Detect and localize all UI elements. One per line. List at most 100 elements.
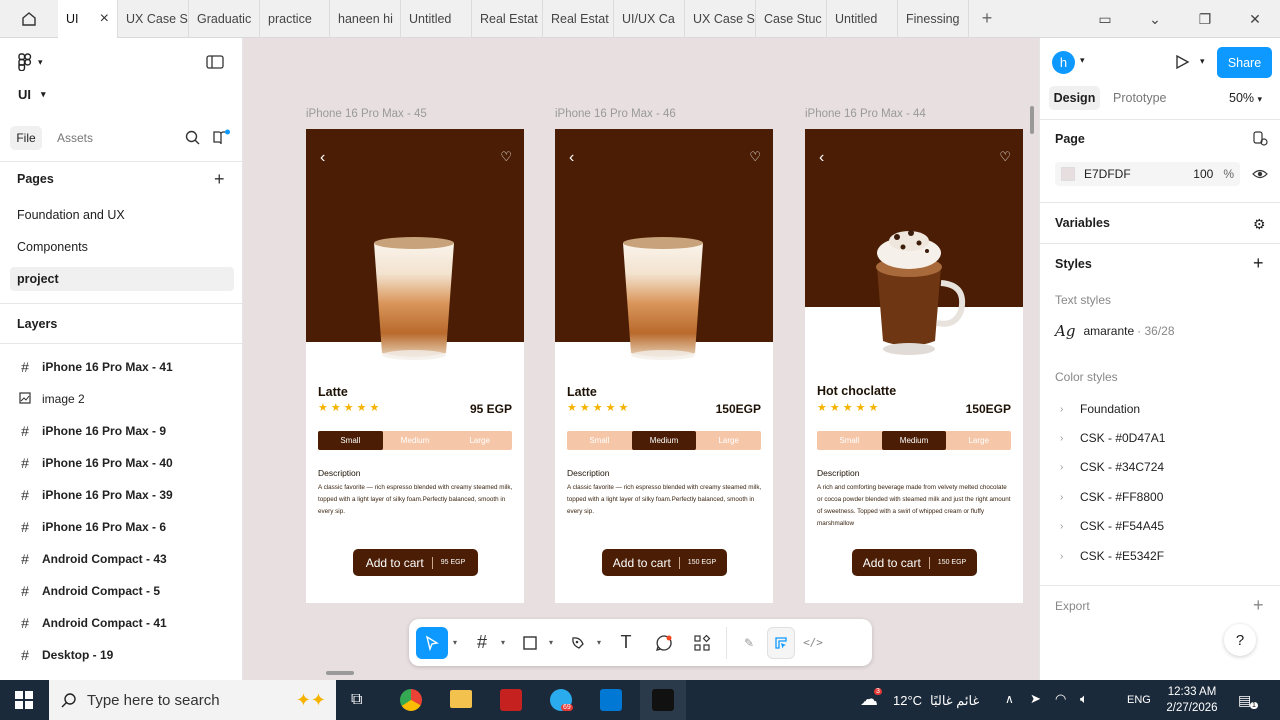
page-opacity-value[interactable]: 100	[1193, 167, 1213, 181]
size-option-medium[interactable]: Medium	[631, 431, 697, 450]
vertical-scrollbar[interactable]	[1030, 106, 1034, 134]
size-option-small[interactable]: Small	[567, 431, 632, 450]
chevron-down-icon[interactable]: ▾	[448, 638, 462, 647]
chrome-icon[interactable]	[400, 689, 422, 711]
close-window-icon[interactable]: ✕	[1230, 0, 1280, 38]
tab-file[interactable]: File	[10, 126, 42, 150]
eye-icon[interactable]	[1252, 168, 1268, 183]
add-to-cart-button[interactable]: Add to cart 95 EGP	[353, 549, 478, 576]
color-style-item[interactable]: › CSK - #FF8800	[1060, 490, 1163, 504]
windows-start-icon[interactable]	[15, 691, 33, 712]
size-option-large[interactable]: Large	[696, 431, 761, 450]
tray-chevron-up-icon[interactable]: ∧	[1005, 692, 1014, 706]
file-explorer-icon[interactable]	[450, 690, 472, 708]
add-to-cart-button[interactable]: Add to cart 150 EGP	[602, 549, 727, 576]
chevron-down-icon[interactable]: ▾	[496, 638, 510, 647]
chevron-down-icon[interactable]: ▾	[544, 638, 558, 647]
heart-icon[interactable]: ♡	[749, 149, 761, 165]
frame-tool-button[interactable]: #	[468, 627, 496, 659]
task-view-icon[interactable]: ⧉	[351, 691, 362, 709]
chevron-down-icon[interactable]: ▾	[1200, 56, 1205, 67]
tab-item[interactable]: Finessing	[898, 0, 969, 38]
zoom-dropdown[interactable]: 50% ▾	[1229, 91, 1262, 105]
text-tool-button[interactable]: T	[610, 627, 642, 659]
color-style-item[interactable]: › CSK - #34C724	[1060, 460, 1164, 474]
tab-item[interactable]: Case Stuc	[756, 0, 827, 38]
layer-item[interactable]: # iPhone 16 Pro Max - 41	[18, 355, 173, 379]
library-book-icon[interactable]	[213, 129, 231, 148]
chevron-down-icon[interactable]: ▾	[1080, 55, 1085, 66]
phone-frame[interactable]: ‹ ♡ Latte ★★★★★ 95 EGP Small Medium Larg…	[306, 129, 524, 603]
comment-tool-button[interactable]	[648, 627, 680, 659]
tab-prototype[interactable]: Prototype	[1113, 91, 1167, 105]
clock[interactable]: 12:33 AM 2/27/2026	[1160, 684, 1224, 716]
layer-item[interactable]: # iPhone 16 Pro Max - 6	[18, 515, 166, 539]
tab-item[interactable]: Real Estat	[472, 0, 543, 38]
layer-item[interactable]: # Android Compact - 43	[18, 547, 167, 571]
library-icon[interactable]: ▭	[1080, 0, 1130, 38]
dev-mode-button[interactable]: </>	[799, 627, 827, 659]
tab-item[interactable]: Real Estat	[543, 0, 614, 38]
layer-item[interactable]: # Android Compact - 41	[18, 611, 167, 635]
tab-item[interactable]: Untitled	[401, 0, 472, 38]
weather-description[interactable]: غائم غالبًا	[930, 693, 979, 709]
layer-item[interactable]: image 2	[18, 387, 85, 411]
shape-tool-button[interactable]	[516, 627, 544, 659]
layer-item[interactable]: # Desktop - 19	[18, 643, 113, 667]
add-page-plus-icon[interactable]: +	[214, 169, 225, 190]
color-swatch[interactable]	[1061, 167, 1075, 181]
back-chevron-icon[interactable]: ‹	[569, 149, 574, 167]
home-tab[interactable]	[0, 0, 58, 38]
new-tab-plus-icon[interactable]: +	[969, 8, 1005, 29]
tab-item[interactable]: haneen hi	[330, 0, 401, 38]
frame-label[interactable]: iPhone 16 Pro Max - 44	[805, 108, 926, 120]
tab-item[interactable]: UX Case S	[118, 0, 189, 38]
copilot-sparkle-icon[interactable]: ✦✦	[296, 690, 326, 711]
layer-item[interactable]: # iPhone 16 Pro Max - 40	[18, 451, 173, 475]
avatar[interactable]: h	[1052, 51, 1075, 74]
weather-temperature[interactable]: 12°C	[893, 693, 922, 708]
actions-button[interactable]	[686, 627, 718, 659]
close-icon[interactable]: ×	[100, 10, 109, 28]
back-chevron-icon[interactable]: ‹	[320, 149, 325, 167]
color-style-item[interactable]: › CSK - #F54A45	[1060, 519, 1164, 533]
add-style-plus-icon[interactable]: +	[1253, 253, 1264, 274]
pen-tool-button[interactable]	[564, 627, 592, 659]
search-icon[interactable]	[185, 130, 200, 148]
tab-ui[interactable]: UI ×	[58, 0, 118, 38]
back-chevron-icon[interactable]: ‹	[819, 149, 824, 167]
restore-icon[interactable]: ❐	[1180, 0, 1230, 38]
layer-item[interactable]: # iPhone 16 Pro Max - 9	[18, 419, 166, 443]
layer-item[interactable]: # iPhone 16 Pro Max - 39	[18, 483, 173, 507]
tab-item[interactable]: Untitled	[827, 0, 898, 38]
volume-icon[interactable]: 🔈︎	[1080, 691, 1088, 707]
add-to-cart-button[interactable]: Add to cart 150 EGP	[852, 549, 977, 576]
phone-frame[interactable]: ‹ ♡ Hot choclatte ★★★★★ 150EGP Small Med…	[805, 129, 1023, 603]
chevron-down-icon[interactable]: ⌄	[1130, 0, 1180, 38]
vscode-icon[interactable]	[600, 689, 622, 711]
frame-label[interactable]: iPhone 16 Pro Max - 46	[555, 108, 676, 120]
size-option-small[interactable]: Small	[318, 431, 383, 450]
mcafee-icon[interactable]	[500, 689, 522, 711]
toggle-sidebar-button[interactable]	[206, 54, 228, 70]
add-export-plus-icon[interactable]: +	[1253, 595, 1264, 616]
chevron-down-icon[interactable]: ▾	[592, 638, 606, 647]
page-item-selected[interactable]: project	[10, 267, 234, 291]
text-style-item[interactable]: Ag amarante · 36/28	[1055, 322, 1175, 340]
page-item[interactable]: Components	[10, 235, 234, 259]
page-settings-icon[interactable]	[1253, 131, 1268, 149]
tab-item[interactable]: practice	[260, 0, 330, 38]
taskbar-search-box[interactable]: Type here to search ✦✦	[49, 680, 336, 720]
size-option-medium[interactable]: Medium	[383, 431, 448, 450]
main-menu-button[interactable]: ▾	[18, 52, 58, 72]
variables-settings-icon[interactable]: ⚙	[1253, 216, 1266, 233]
move-tool-button[interactable]	[416, 626, 448, 659]
size-option-medium[interactable]: Medium	[881, 431, 947, 450]
frame-label[interactable]: iPhone 16 Pro Max - 45	[306, 108, 427, 120]
size-option-small[interactable]: Small	[817, 431, 882, 450]
phone-frame[interactable]: ‹ ♡ Latte ★★★★★ 150EGP Small Medium Larg…	[555, 129, 773, 603]
file-name-button[interactable]: UI ▾	[18, 84, 78, 104]
heart-icon[interactable]: ♡	[999, 149, 1011, 165]
design-mode-button[interactable]	[767, 626, 795, 659]
size-option-large[interactable]: Large	[447, 431, 512, 450]
